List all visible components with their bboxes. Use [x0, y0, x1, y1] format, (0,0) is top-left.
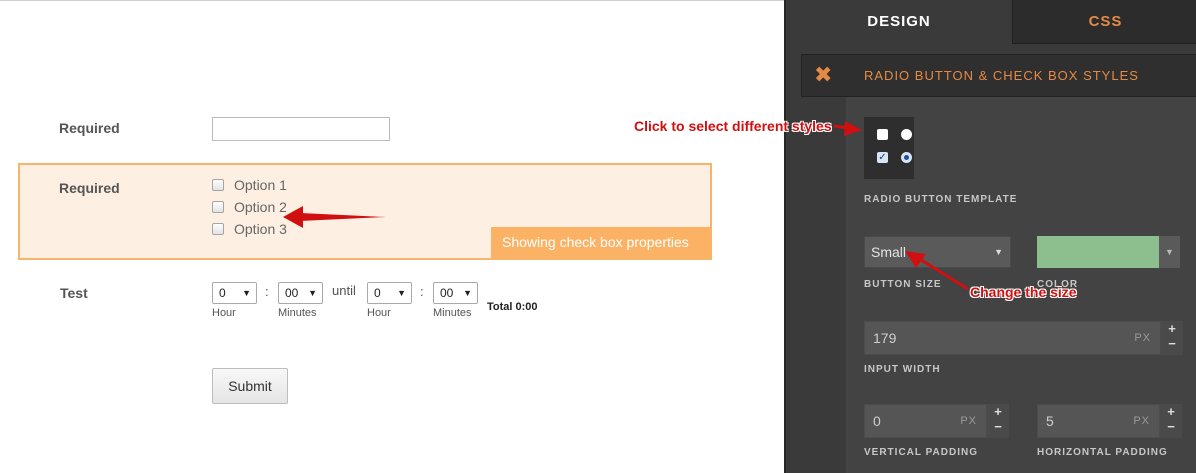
- option-arrow-head: [283, 206, 303, 228]
- screen: Required Required Option 1 Option 2 Opti…: [0, 0, 1196, 473]
- annotation-select-styles: Click to select different styles: [634, 118, 832, 134]
- option-arrow-shaft: [300, 213, 386, 221]
- size-arrow-shaft: [917, 256, 969, 291]
- annotation-change-size: Change the size: [970, 284, 1077, 300]
- annotation-arrows: [283, 121, 969, 291]
- styles-arrow-head: [844, 121, 862, 136]
